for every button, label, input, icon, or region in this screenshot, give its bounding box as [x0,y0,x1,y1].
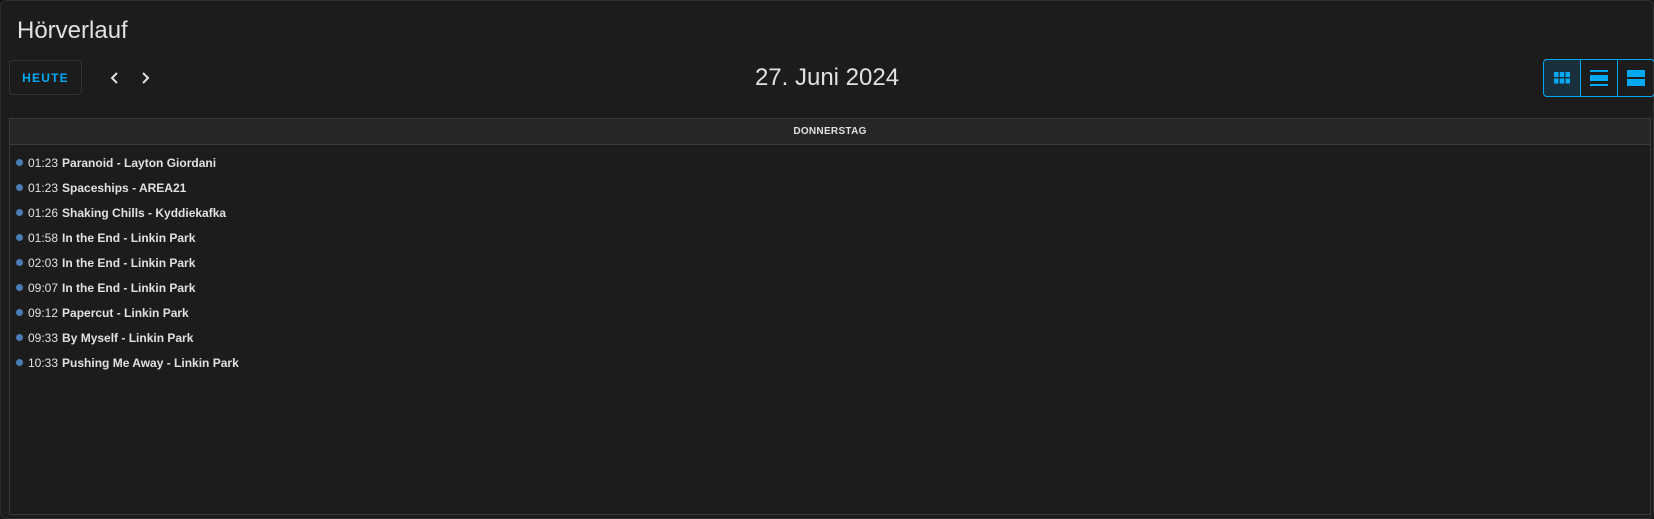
current-date-title: 27. Juni 2024 [754,64,900,91]
event-time: 09:33 [28,330,59,345]
calendar-day-view: DONNERSTAG 01:23 Paranoid - Layton Giorda… [9,118,1651,515]
event-item[interactable]: 01:23 Paranoid - Layton Giordani [10,150,1650,175]
prev-button[interactable] [102,65,128,91]
event-dot-icon [16,209,23,216]
event-item[interactable]: 09:33 By Myself - Linkin Park [10,325,1650,350]
list-view-icon [1590,70,1608,86]
event-title: By Myself - Linkin Park [62,330,194,345]
event-item[interactable]: 01:23 Spaceships - AREA21 [10,175,1650,200]
event-dot-icon [16,309,23,316]
event-dot-icon [16,284,23,291]
event-time: 01:58 [28,230,59,245]
view-week-button[interactable] [1580,60,1617,96]
event-dot-icon [16,159,23,166]
event-item[interactable]: 09:07 In the End - Linkin Park [10,275,1650,300]
chevron-right-icon [142,72,150,84]
event-dot-icon [16,259,23,266]
event-time: 01:23 [28,180,59,195]
event-dot-icon [16,359,23,366]
event-title: Shaking Chills - Kyddiekafka [62,205,227,220]
event-title: In the End - Linkin Park [62,230,196,245]
event-time: 02:03 [28,255,59,270]
day-header: DONNERSTAG [10,119,1650,145]
chevron-left-icon [110,72,118,84]
event-time: 09:12 [28,305,59,320]
event-item[interactable]: 01:26 Shaking Chills - Kyddiekafka [10,200,1650,225]
event-list: 01:23 Paranoid - Layton Giordani 01:23 Spac… [10,145,1650,375]
day-view-icon [1627,70,1645,86]
event-title: In the End - Linkin Park [62,280,196,295]
event-item[interactable]: 09:12 Papercut - Linkin Park [10,300,1650,325]
event-title: Paranoid - Layton Giordani [62,155,217,170]
event-title: In the End - Linkin Park [62,255,196,270]
grid-icon [1554,72,1570,84]
event-dot-icon [16,184,23,191]
view-month-button[interactable] [1544,60,1580,96]
event-item[interactable]: 01:58 In the End - Linkin Park [10,225,1650,250]
event-item[interactable]: 10:33 Pushing Me Away - Linkin Park [10,350,1650,375]
today-button[interactable]: HEUTE [9,60,82,95]
next-button[interactable] [132,65,158,91]
event-dot-icon [16,234,23,241]
event-time: 01:23 [28,155,59,170]
event-title: Spaceships - AREA21 [62,180,187,195]
event-time: 01:26 [28,205,59,220]
view-day-button[interactable] [1617,60,1654,96]
history-card: Hörverlauf HEUTE 27. Juni 2024 DONNERSTA… [0,0,1654,519]
page-title: Hörverlauf [17,17,128,44]
view-switcher [1543,59,1654,97]
event-time: 09:07 [28,280,59,295]
event-title: Papercut - Linkin Park [62,305,189,320]
event-dot-icon [16,334,23,341]
event-item[interactable]: 02:03 In the End - Linkin Park [10,250,1650,275]
event-time: 10:33 [28,355,59,370]
event-title: Pushing Me Away - Linkin Park [62,355,239,370]
